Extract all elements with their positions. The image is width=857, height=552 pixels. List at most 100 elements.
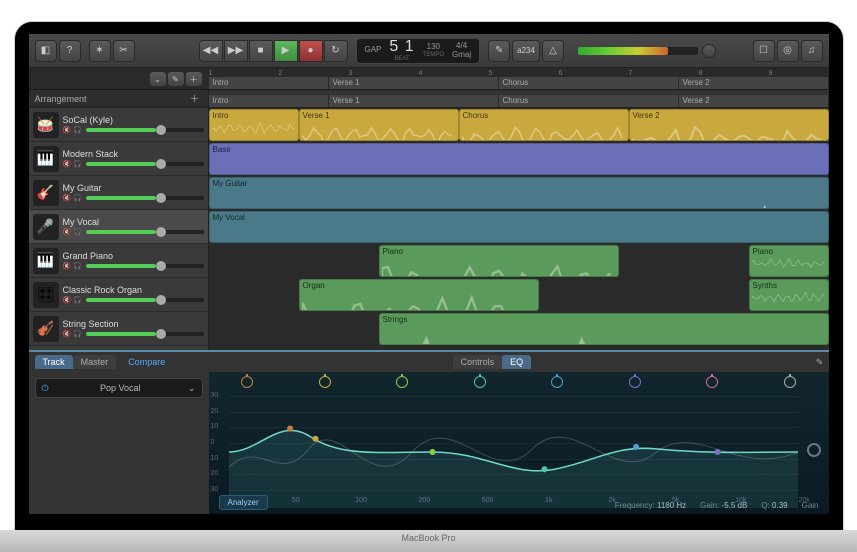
solo-button[interactable]: 🎧 <box>73 330 82 338</box>
compare-button[interactable]: Compare <box>120 355 173 369</box>
lcd-display[interactable]: GAP 5 1BEAT 130TEMPO 4/4Gmaj <box>356 38 481 64</box>
mute-button[interactable]: 🔇 <box>63 194 72 202</box>
draw-tool-button[interactable]: ✎ <box>810 357 828 368</box>
forward-button[interactable]: ▶▶ <box>224 40 248 62</box>
mute-button[interactable]: 🔇 <box>63 228 72 236</box>
eq-curve <box>229 396 799 508</box>
region[interactable]: Bass <box>209 143 829 175</box>
volume-slider[interactable] <box>86 128 204 132</box>
arrangement-marker[interactable]: Verse 2 <box>679 95 829 107</box>
master-volume-knob[interactable] <box>702 44 716 58</box>
solo-button[interactable]: 🎧 <box>73 194 82 202</box>
arrangement-marker[interactable]: Intro <box>209 95 329 107</box>
add-arrangement-marker-button[interactable]: ＋ <box>188 92 202 105</box>
cycle-button[interactable]: ↻ <box>324 40 348 62</box>
region[interactable]: Verse 2 <box>629 109 829 141</box>
gain-label: Gain: <box>700 501 719 510</box>
timeline[interactable]: IntroVerse 1ChorusVerse 2 IntroVerse 1Ch… <box>209 90 829 350</box>
mute-button[interactable]: 🔇 <box>63 160 72 168</box>
eq-band-button[interactable] <box>629 376 641 388</box>
volume-slider[interactable] <box>86 264 204 268</box>
solo-button[interactable]: 🎧 <box>73 126 82 134</box>
eq-band-button[interactable] <box>784 376 796 388</box>
region[interactable]: Piano <box>749 245 829 277</box>
track-header[interactable]: 🎸My Guitar🔇🎧 <box>29 176 208 210</box>
settings-button[interactable]: ✶ <box>89 40 111 62</box>
stop-button[interactable]: ■ <box>249 40 273 62</box>
eq-band-button[interactable] <box>319 376 331 388</box>
region[interactable]: Organ <box>299 279 539 311</box>
solo-button[interactable]: 🎧 <box>73 262 82 270</box>
mute-button[interactable]: 🔇 <box>63 296 72 304</box>
freq-value: 1180 Hz <box>657 501 686 510</box>
region[interactable]: My Vocal <box>209 211 829 243</box>
mute-button[interactable]: 🔇 <box>63 262 72 270</box>
mute-button[interactable]: 🔇 <box>63 126 72 134</box>
solo-button[interactable]: 🎧 <box>73 160 82 168</box>
tab-track[interactable]: Track <box>35 355 73 369</box>
arrangement-marker[interactable]: Verse 2 <box>679 77 829 89</box>
add-track-button[interactable]: ＋ <box>185 71 203 87</box>
rewind-button[interactable]: ◀◀ <box>199 40 223 62</box>
eq-band-button[interactable] <box>396 376 408 388</box>
track-name: My Guitar <box>63 183 204 193</box>
region[interactable]: Intro <box>209 109 299 141</box>
volume-slider[interactable] <box>86 162 204 166</box>
arrangement-marker[interactable]: Chorus <box>499 77 679 89</box>
edit-tool-button[interactable]: ✎ <box>488 40 510 62</box>
arrangement-marker[interactable]: Chorus <box>499 95 679 107</box>
db-label: 20 <box>211 408 219 415</box>
track-header[interactable]: 🎤My Vocal🔇🎧 <box>29 210 208 244</box>
solo-button[interactable]: 🎧 <box>73 228 82 236</box>
play-button[interactable]: ▶ <box>274 40 298 62</box>
eq-band-button[interactable] <box>241 376 253 388</box>
db-label: 20 <box>211 470 219 477</box>
track-header[interactable]: 🎹Modern Stack🔇🎧 <box>29 142 208 176</box>
arrangement-marker[interactable]: Verse 1 <box>329 95 499 107</box>
analyzer-button[interactable]: Analyzer <box>219 495 268 510</box>
volume-slider[interactable] <box>86 298 204 302</box>
media-button[interactable]: ♫ <box>801 40 823 62</box>
eq-band-button[interactable] <box>474 376 486 388</box>
eq-band-button[interactable] <box>706 376 718 388</box>
volume-slider[interactable] <box>86 332 204 336</box>
solo-button[interactable]: 🎧 <box>73 296 82 304</box>
region[interactable]: Piano <box>379 245 619 277</box>
tab-eq[interactable]: EQ <box>502 355 531 369</box>
preset-selector[interactable]: Pop Vocal⌄ <box>35 378 203 398</box>
region[interactable]: Chorus <box>459 109 629 141</box>
loops-button[interactable]: ◎ <box>777 40 799 62</box>
eq-display[interactable]: 302010010203020501002005001k2k5k10k20k A… <box>209 372 829 514</box>
track-header[interactable]: 🎛Classic Rock Organ🔇🎧 <box>29 278 208 312</box>
tab-controls[interactable]: Controls <box>453 355 503 369</box>
region[interactable]: My Guitar <box>209 177 829 209</box>
view-menu-button[interactable]: ⌄ <box>149 71 167 87</box>
track-icon: 🎹 <box>33 146 59 172</box>
track-header[interactable]: 🎹Grand Piano🔇🎧 <box>29 244 208 278</box>
time-ruler[interactable]: 123456789IntroVerse 1ChorusVerse 2 <box>209 68 829 89</box>
arrangement-marker[interactable]: Intro <box>209 77 329 89</box>
quickhelp-button[interactable]: ? <box>59 40 81 62</box>
record-button[interactable]: ● <box>299 40 323 62</box>
track-header[interactable]: 🎻String Section🔇🎧 <box>29 312 208 346</box>
arrangement-marker[interactable]: Verse 1 <box>329 77 499 89</box>
eq-gain-knob[interactable] <box>807 443 821 457</box>
volume-slider[interactable] <box>86 230 204 234</box>
tab-master[interactable]: Master <box>73 355 117 369</box>
lcd-beat-label: BEAT <box>389 56 414 63</box>
region[interactable]: Verse 1 <box>299 109 459 141</box>
metronome-button[interactable]: △ <box>542 40 564 62</box>
region[interactable]: Strings <box>379 313 829 345</box>
eq-band-button[interactable] <box>551 376 563 388</box>
automation-button[interactable]: ✎ <box>167 71 185 87</box>
notepad-button[interactable]: ☐ <box>753 40 775 62</box>
library-button[interactable]: ◧ <box>35 40 57 62</box>
tuner-button[interactable]: a234 <box>512 40 540 62</box>
scissors-button[interactable]: ✂ <box>113 40 135 62</box>
track-header[interactable]: 🥁SoCal (Kyle)🔇🎧 <box>29 108 208 142</box>
track-name: String Section <box>63 319 204 329</box>
mute-button[interactable]: 🔇 <box>63 330 72 338</box>
db-label: 30 <box>211 392 219 399</box>
volume-slider[interactable] <box>86 196 204 200</box>
region[interactable]: Synths <box>749 279 829 311</box>
